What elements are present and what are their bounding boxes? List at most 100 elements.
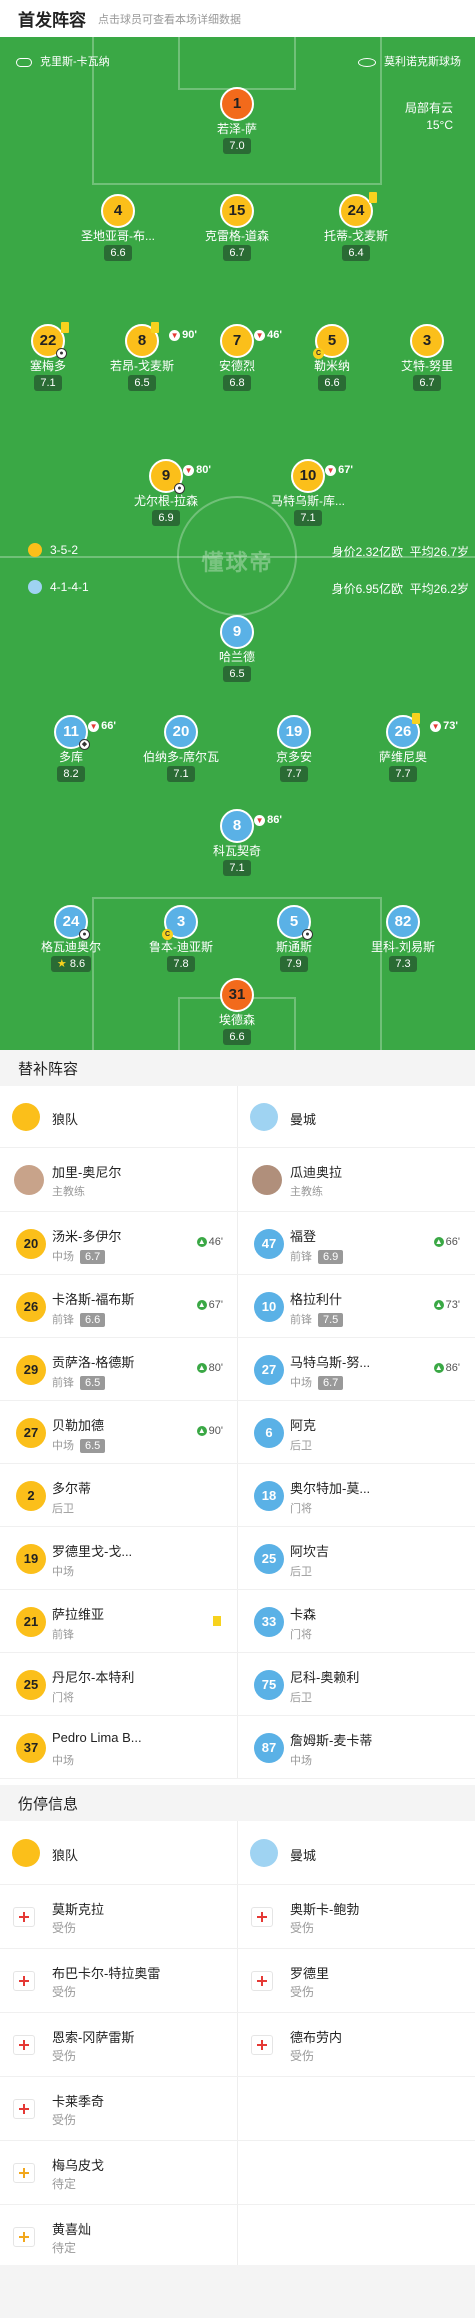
player-number: 3 (410, 324, 444, 358)
player-rating: 6.7 (413, 375, 441, 391)
injured-name: 德布劳内 (290, 2030, 343, 2045)
sub-number: 37 (16, 1733, 46, 1763)
player-wolves-def-left[interactable]: 4 圣地亚哥-布... 6.6 (63, 194, 173, 261)
injury-status: 待定 (52, 2241, 77, 2255)
player-wolves-def-center[interactable]: 15 克雷格-道森 6.7 (182, 194, 292, 261)
player-name: 京多安 (275, 750, 312, 764)
home-injured-player[interactable]: 卡莱季奇 受伤 (0, 2077, 237, 2140)
away-sub-player[interactable]: 33 卡森 门将 (237, 1590, 474, 1652)
player-city-mid-2[interactable]: 20 伯纳多-席尔瓦 7.1 (126, 715, 236, 782)
sub-name: 丹尼尔-本特利 (52, 1670, 135, 1685)
away-sub-player[interactable]: 27 马特乌斯-努... 中场 6.7 ▲ 86' (237, 1338, 474, 1400)
player-wolves-gk[interactable]: 1 若泽-萨 7.0 (182, 87, 292, 154)
player-wolves-def-right[interactable]: 24 托蒂-戈麦斯 6.4 (301, 192, 411, 261)
player-city-def-3[interactable]: 5 ● 斯通斯 7.9 (239, 905, 349, 972)
sub-out-icon: ▼ (88, 720, 100, 732)
player-name: 鲁本-迪亚斯 (149, 940, 213, 954)
away-sub-player[interactable]: 47 福登 前锋 6.9 ▲ 66' (237, 1212, 474, 1274)
player-name: 多库 (58, 750, 83, 764)
home-injured-player[interactable]: 梅乌皮戈 待定 (0, 2141, 237, 2204)
captain-icon: C (313, 348, 324, 359)
sub-out-indicator: ▼ 67' (325, 455, 353, 485)
sub-position-text: 门将 (290, 1503, 312, 1515)
home-sub-player[interactable]: 26 卡洛斯-福布斯 前锋 6.6 ▲ 67' (0, 1275, 237, 1337)
home-injured-player[interactable]: 黄喜灿 待定 (0, 2205, 237, 2268)
player-wolves-mid-3[interactable]: 7 ▼ 46' 安德烈 6.8 (182, 324, 292, 391)
home-coach[interactable]: 加里-奥尼尔 主教练 (0, 1148, 237, 1211)
home-injured-player[interactable]: 恩索-冈萨雷斯 受伤 (0, 2013, 237, 2076)
sub-name: 格拉利什 (290, 1292, 343, 1307)
sub-rating: 6.5 (80, 1376, 106, 1390)
home-sub-player[interactable]: 37 Pedro Lima B... 中场 (0, 1716, 237, 1778)
home-team-header[interactable]: 狼队 (0, 1086, 237, 1147)
away-team-header[interactable]: 曼城 (237, 1821, 474, 1884)
sub-in-indicator: ▲ 86' (433, 1362, 460, 1374)
home-sub-player[interactable]: 25 丹尼尔-本特利 门将 (0, 1653, 237, 1715)
player-city-def-1[interactable]: 24 ● 格瓦迪奥尔 ★ 8.6 (16, 905, 126, 972)
home-sub-player[interactable]: 29 贡萨洛-格德斯 前锋 6.5 ▲ 80' (0, 1338, 237, 1400)
away-sub-player[interactable]: 6 阿克 后卫 (237, 1401, 474, 1463)
sub-name: 尼科-奥赖利 (290, 1670, 360, 1685)
player-rating: 7.0 (223, 138, 251, 154)
wolves-formation: 3-5-2 (28, 543, 78, 557)
away-injured-player[interactable]: 罗德里 受伤 (237, 1949, 474, 2012)
sub-name: 卡森 (290, 1607, 317, 1622)
player-name: 圣地亚哥-布... (81, 229, 155, 243)
player-city-fwd[interactable]: 9 哈兰德 6.5 (182, 615, 292, 682)
player-city-dm[interactable]: 8 ▼ 86' 科瓦契奇 7.1 (182, 809, 292, 876)
away-sub-player[interactable]: 25 阿坎吉 后卫 (237, 1527, 474, 1589)
home-sub-player[interactable]: 19 罗德里戈-戈... 中场 (0, 1527, 237, 1589)
away-injured-player[interactable]: 德布劳内 受伤 (237, 2013, 474, 2076)
away-sub-player[interactable]: 75 尼科-奥赖利 后卫 (237, 1653, 474, 1715)
home-sub-player[interactable]: 21 萨拉维亚 前锋 (0, 1590, 237, 1652)
home-sub-player[interactable]: 20 汤米-多伊尔 中场 6.7 ▲ 46' (0, 1212, 237, 1274)
number-text: 9 (161, 467, 171, 484)
away-sub-player[interactable]: 18 奥尔特加-莫... 门将 (237, 1464, 474, 1526)
player-city-mid-1[interactable]: 11 ▼ 66' ◆ 多库 8.2 (16, 715, 126, 782)
sub-number: 27 (16, 1418, 46, 1448)
sub-in-minute: 46' (208, 1236, 223, 1248)
away-sub-player[interactable]: 10 格拉利什 前锋 7.5 ▲ 73' (237, 1275, 474, 1337)
player-city-def-2[interactable]: 3C 鲁本-迪亚斯 7.8 (126, 905, 236, 972)
home-injured-player[interactable]: 布巴卡尔-特拉奥雷 受伤 (0, 1949, 237, 2012)
home-injured-player[interactable]: 莫斯克拉 受伤 (0, 1885, 237, 1948)
player-wolves-mid-4[interactable]: 5C 勒米纳 6.6 (277, 324, 387, 391)
team-age: 平均26.7岁 (409, 545, 469, 559)
home-sub-player[interactable]: 2 多尔蒂 后卫 (0, 1464, 237, 1526)
home-team-name: 狼队 (52, 1112, 79, 1127)
away-coach[interactable]: 瓜迪奥拉 主教练 (237, 1148, 474, 1211)
player-name: 若泽-萨 (217, 122, 257, 136)
away-injured-player (237, 2141, 474, 2204)
player-city-def-4[interactable]: 82 里科-刘易斯 7.3 (348, 905, 458, 972)
player-wolves-mid-2[interactable]: 8 ▼ 90' 若昂-戈麦斯 6.5 (87, 322, 197, 391)
pitch: 懂球帝 克里斯-卡瓦纳 莫利诺克斯球场 局部有云 15°C 1 若泽-萨 7.0… (0, 37, 475, 1050)
sub-in-indicator: ▲ 73' (433, 1299, 460, 1311)
sub-row: 19 罗德里戈-戈... 中场 25 阿坎吉 后卫 (0, 1527, 475, 1590)
page-subtitle: 点击球员可查看本场详细数据 (98, 13, 241, 26)
away-sub-player[interactable]: 87 詹姆斯-麦卡蒂 中场 (237, 1716, 474, 1778)
sub-position: 后卫 (290, 1563, 312, 1579)
wolves-logo-icon (12, 1103, 40, 1131)
player-rating: 7.9 (280, 956, 308, 972)
player-name: 勒米纳 (313, 359, 350, 373)
home-sub-player[interactable]: 27 贝勒加德 中场 6.5 ▲ 90' (0, 1401, 237, 1463)
player-wolves-mid-5[interactable]: 3 艾特-努里 6.7 (372, 324, 475, 391)
away-injured-player[interactable]: 奥斯卡-鲍勃 受伤 (237, 1885, 474, 1948)
away-team-header[interactable]: 曼城 (237, 1086, 474, 1147)
player-city-mid-3[interactable]: 19 京多安 7.7 (239, 715, 349, 782)
home-team-header[interactable]: 狼队 (0, 1821, 237, 1884)
player-rating: 6.6 (104, 245, 132, 261)
sub-rating: 7.5 (318, 1313, 344, 1327)
number-text: 8 (137, 332, 147, 349)
injury-row: 布巴卡尔-特拉奥雷 受伤 罗德里 受伤 (0, 1949, 475, 2013)
player-number: 5C (313, 324, 349, 359)
player-city-mid-4[interactable]: 26 ▼ 73' 萨维尼奥 7.7 (348, 713, 458, 782)
yellow-card-icon (151, 322, 159, 333)
sub-in-indicator: ▲ 90' (196, 1425, 223, 1437)
sub-position: 前锋 (52, 1626, 74, 1642)
number-text: 24 (347, 202, 365, 219)
player-wolves-fwd-1[interactable]: 9 ▼ 80' ● 尤尔根-拉森 6.9 (111, 459, 221, 526)
sub-minute: 86' (267, 814, 282, 826)
player-city-gk[interactable]: 31 埃德森 6.6 (182, 978, 292, 1045)
player-wolves-fwd-2[interactable]: 10 ▼ 67' 马特乌斯-库... 7.1 (253, 459, 363, 526)
